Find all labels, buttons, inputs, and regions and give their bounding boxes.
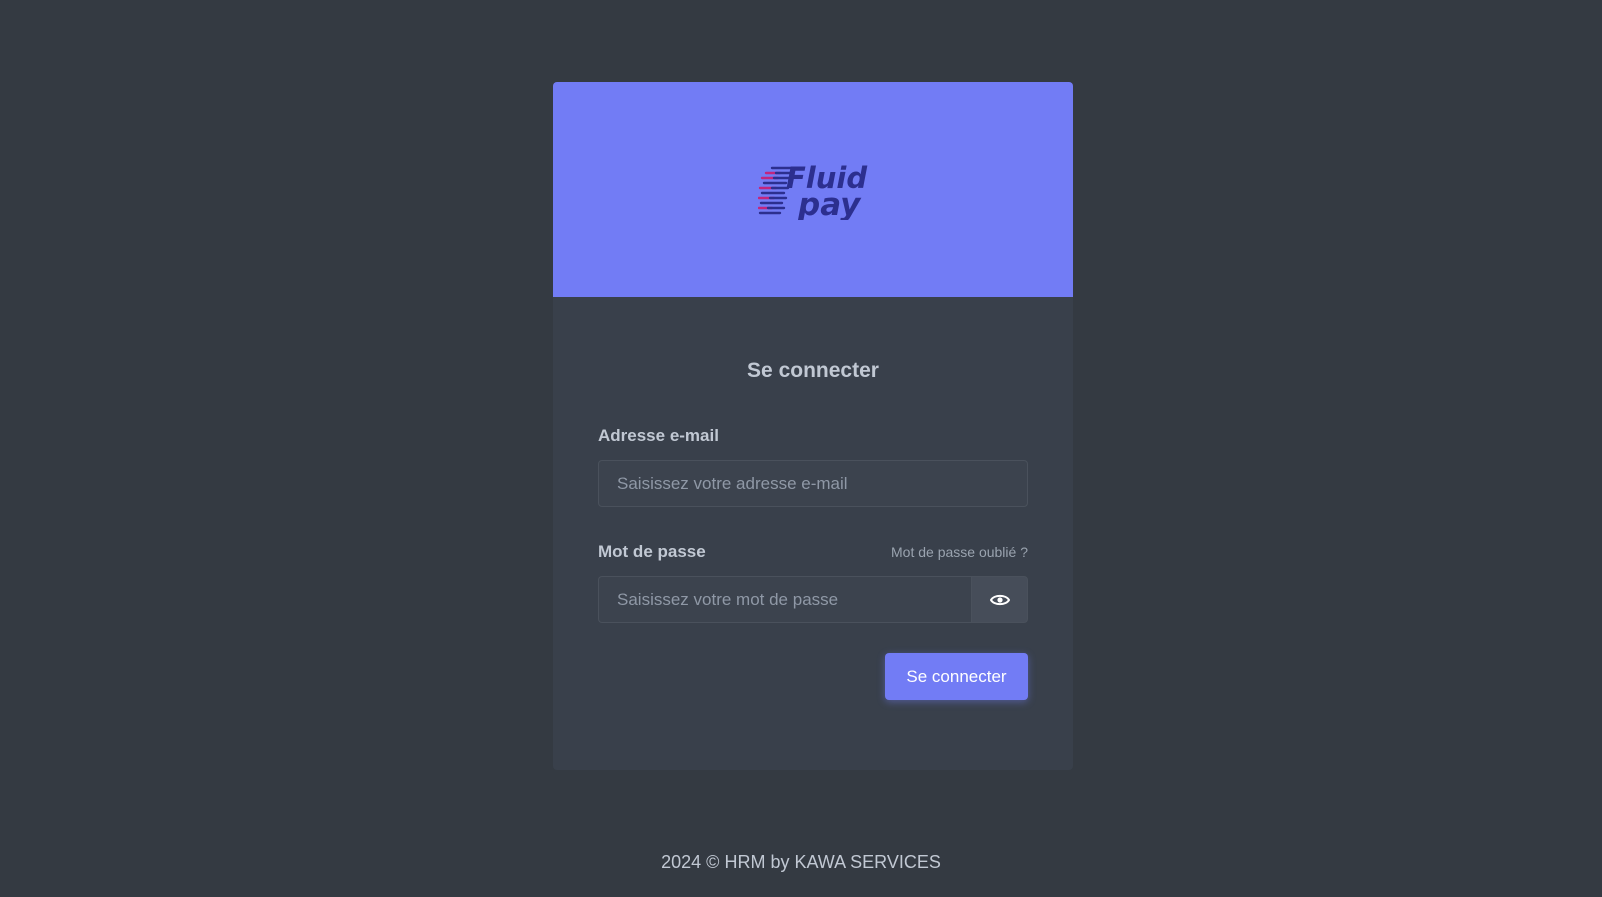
svg-text:pay: pay (797, 187, 862, 220)
password-input[interactable] (598, 576, 971, 623)
password-label-row: Mot de passe Mot de passe oublié ? (598, 541, 1028, 563)
form-actions: Se connecter (598, 653, 1028, 700)
login-title: Se connecter (747, 359, 879, 382)
card-header: Fluid pay (553, 82, 1073, 297)
card-body: Se connecter Adresse e-mail Mot de passe… (553, 357, 1073, 700)
password-input-group (598, 576, 1028, 623)
fluidpay-logo: Fluid pay (758, 160, 874, 220)
toggle-password-button[interactable] (971, 576, 1028, 623)
email-input[interactable] (598, 460, 1028, 507)
password-label: Mot de passe (598, 542, 706, 561)
forgot-password-link[interactable]: Mot de passe oublié ? (891, 544, 1028, 560)
footer-copyright: 2024 © HRM by KAWA SERVICES (661, 852, 941, 872)
login-submit-button[interactable]: Se connecter (885, 653, 1028, 700)
login-card: Fluid pay Se connecter Adresse e-mail Mo… (553, 82, 1073, 770)
email-label: Adresse e-mail (598, 426, 719, 445)
fluidpay-logo-icon: Fluid pay (758, 161, 867, 220)
eye-icon (989, 594, 1010, 605)
login-page: Fluid pay Se connecter Adresse e-mail Mo… (0, 0, 1602, 897)
